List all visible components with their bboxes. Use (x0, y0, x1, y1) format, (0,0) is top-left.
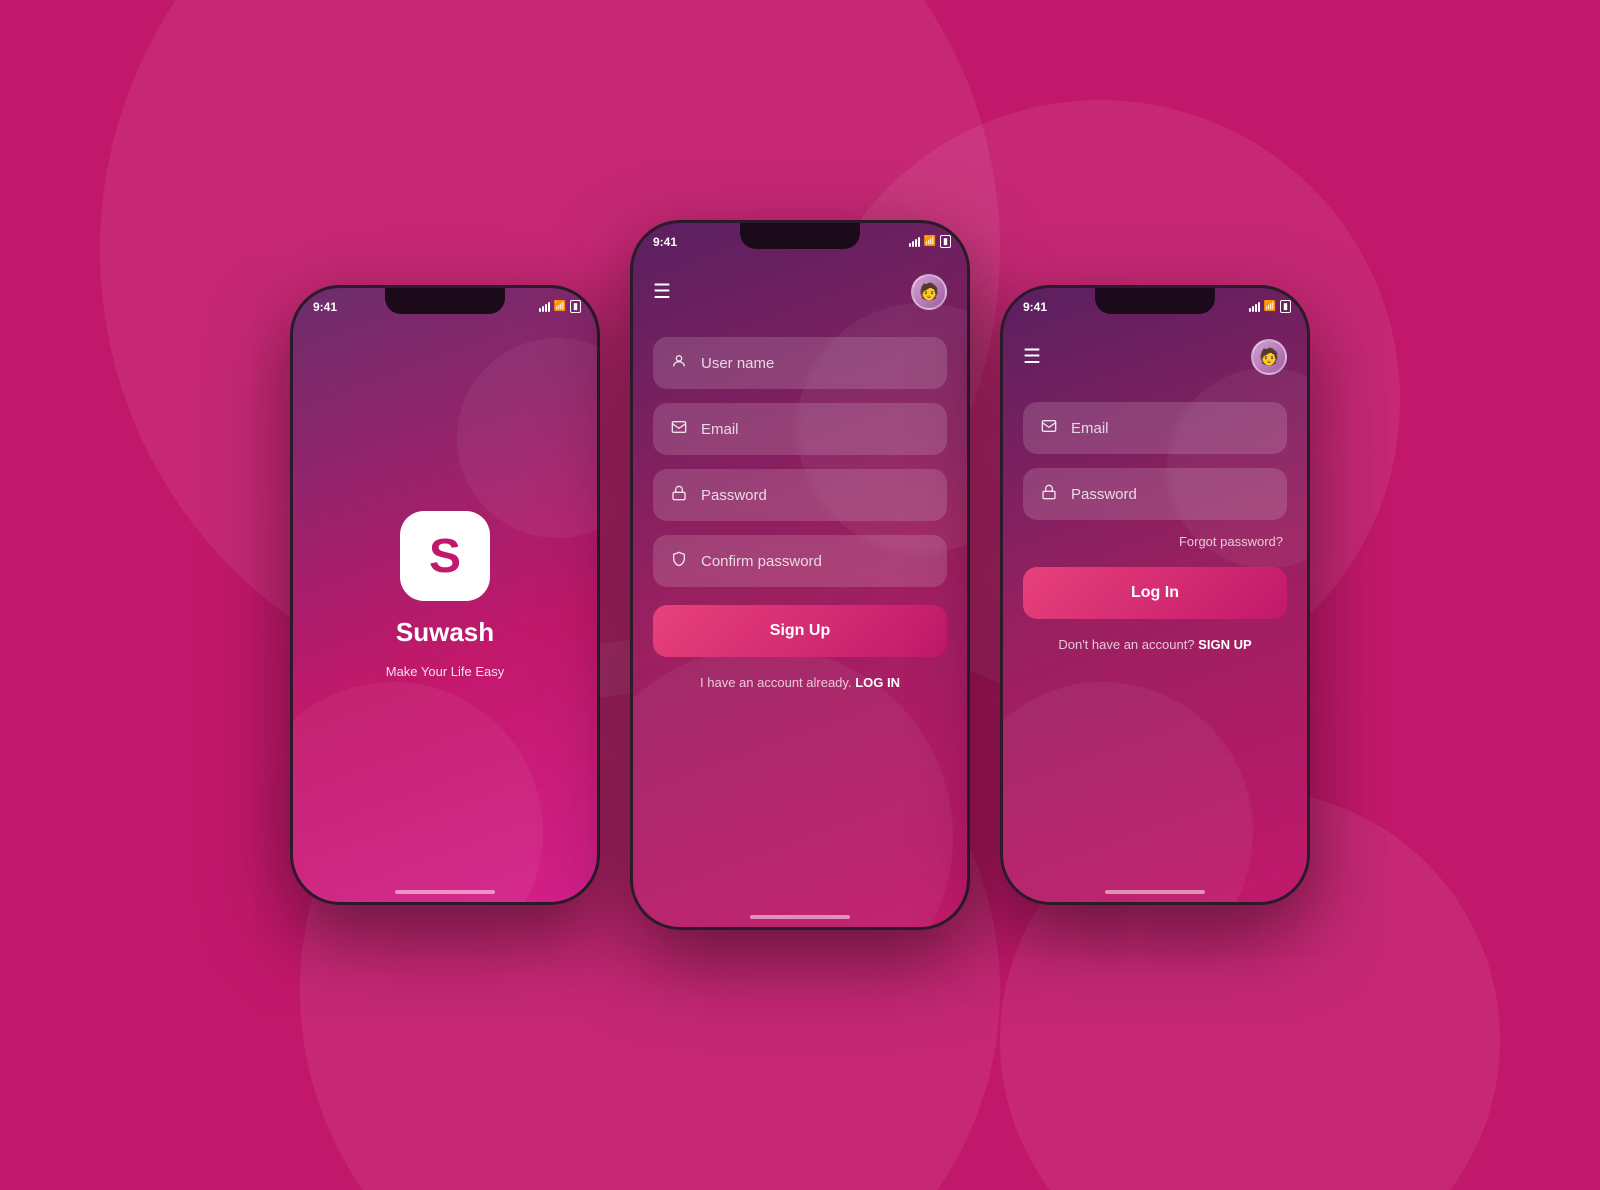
login-email-icon (1039, 418, 1059, 439)
status-icons-1: 📶 ▮ (539, 300, 581, 313)
phone-signup: 9:41 📶 ▮ ☰ 🧑 (630, 220, 970, 930)
email-icon (669, 419, 689, 440)
status-icons-2: 📶 ▮ (909, 235, 951, 248)
signup-link[interactable]: SIGN UP (1198, 637, 1251, 652)
phone-splash: 9:41 📶 ▮ S Suwash Make Your Life Easy (290, 285, 600, 905)
login-password-field[interactable]: Password (1023, 468, 1287, 520)
login-link[interactable]: LOG IN (855, 675, 900, 690)
home-bar-1 (395, 890, 495, 894)
battery-icon-2: ▮ (940, 235, 951, 248)
login-lock-icon (1039, 484, 1059, 505)
confirm-password-placeholder: Confirm password (701, 553, 822, 570)
app-name: Suwash (396, 617, 494, 648)
login-form: Email Password Forgot password? Log In (1003, 382, 1307, 902)
password-placeholder: Password (701, 487, 767, 504)
app-tagline: Make Your Life Easy (386, 664, 505, 679)
username-field[interactable]: User name (653, 337, 947, 389)
have-account-text: I have an account already. LOG IN (653, 675, 947, 690)
forgot-password[interactable]: Forgot password? (1023, 534, 1287, 549)
home-bar-3 (1105, 890, 1205, 894)
signup-header: ☰ 🧑 (633, 267, 967, 317)
confirm-password-field[interactable]: Confirm password (653, 535, 947, 587)
email-field[interactable]: Email (653, 403, 947, 455)
signup-form: User name Email Password (633, 317, 967, 927)
password-field[interactable]: Password (653, 469, 947, 521)
signal-icon-3 (1249, 302, 1260, 312)
login-password-placeholder: Password (1071, 486, 1137, 503)
email-placeholder: Email (701, 421, 739, 438)
signal-icon-1 (539, 302, 550, 312)
avatar-signup[interactable]: 🧑 (911, 274, 947, 310)
login-header: ☰ 🧑 (1003, 332, 1307, 382)
menu-icon-login[interactable]: ☰ (1023, 347, 1041, 367)
wifi-icon-1: 📶 (554, 301, 566, 312)
no-account-text: Don't have an account? SIGN UP (1023, 637, 1287, 652)
login-email-placeholder: Email (1071, 420, 1109, 437)
home-bar-2 (750, 915, 850, 919)
menu-icon-signup[interactable]: ☰ (653, 282, 671, 302)
signup-button[interactable]: Sign Up (653, 605, 947, 657)
wifi-icon-3: 📶 (1264, 301, 1276, 312)
notch-3 (1095, 288, 1215, 314)
shield-icon (669, 551, 689, 572)
user-icon (669, 353, 689, 374)
username-placeholder: User name (701, 355, 774, 372)
splash-content: S Suwash Make Your Life Easy (293, 288, 597, 902)
lock-icon (669, 485, 689, 506)
login-button[interactable]: Log In (1023, 567, 1287, 619)
wifi-icon-2: 📶 (924, 236, 936, 247)
logo-circle: S (400, 511, 490, 601)
phone-login: 9:41 📶 ▮ ☰ 🧑 (1000, 285, 1310, 905)
phones-container: 9:41 📶 ▮ S Suwash Make Your Life Easy (290, 260, 1310, 930)
battery-icon-1: ▮ (570, 300, 581, 313)
logo-letter: S (429, 529, 461, 584)
signal-icon-2 (909, 237, 920, 247)
status-icons-3: 📶 ▮ (1249, 300, 1291, 313)
login-email-field[interactable]: Email (1023, 402, 1287, 454)
notch-1 (385, 288, 505, 314)
avatar-login[interactable]: 🧑 (1251, 339, 1287, 375)
notch-2 (740, 223, 860, 249)
battery-icon-3: ▮ (1280, 300, 1291, 313)
